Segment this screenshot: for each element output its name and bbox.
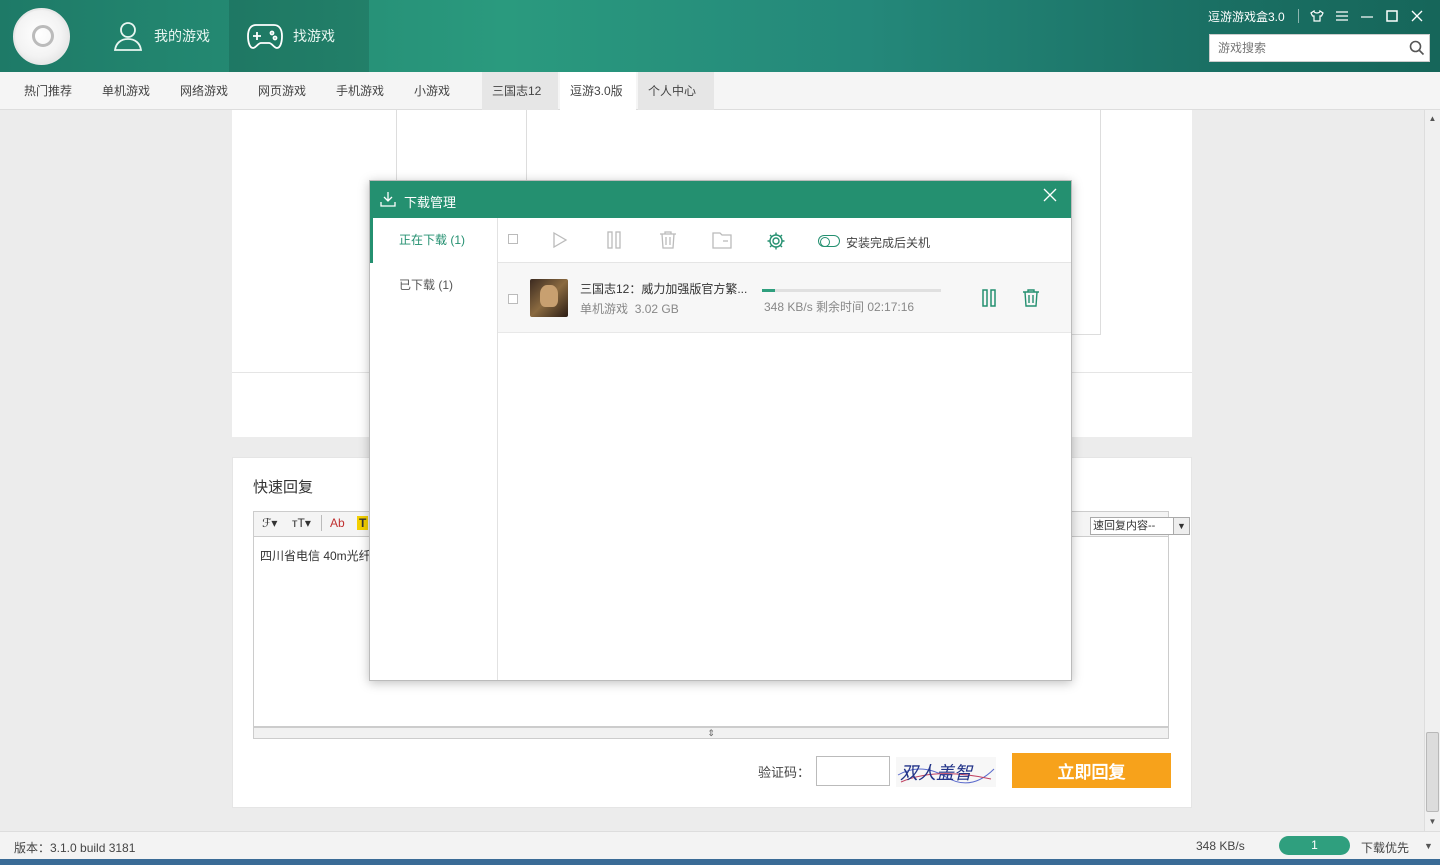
game-thumbnail: [530, 279, 568, 317]
priority-mode[interactable]: 下载优先: [1361, 839, 1409, 856]
font-size-button[interactable]: ᴛT▾: [292, 516, 311, 530]
title-separator: [1298, 9, 1299, 23]
close-icon[interactable]: [1043, 188, 1057, 205]
dialog-header: 下载管理: [370, 181, 1071, 218]
game-size: 3.02 GB: [634, 302, 679, 316]
subnav-mobile[interactable]: 手机游戏: [326, 72, 394, 110]
download-speed: 348 KB/s: [1196, 839, 1245, 853]
sub-navigation: 热门推荐 单机游戏 网络游戏 网页游戏 手机游戏 小游戏 三国志12 逗游3.0…: [0, 72, 1440, 111]
quick-reply-select-value: 速回复内容--: [1093, 520, 1156, 532]
folder-icon[interactable]: [712, 231, 732, 252]
subnav-tab-douyou[interactable]: 逗游3.0版: [560, 72, 636, 111]
quick-reply-select[interactable]: 速回复内容-- ▼: [1090, 517, 1190, 535]
subnav-web[interactable]: 网页游戏: [248, 72, 316, 110]
search-input[interactable]: [1210, 35, 1395, 61]
menu-icon[interactable]: [1329, 6, 1354, 26]
submit-reply-button[interactable]: 立即回复: [1012, 753, 1171, 788]
download-list-item: 三国志12：威力加强版官方繁... 单机游戏 3.02 GB 348 KB/s …: [498, 263, 1071, 333]
captcha-image[interactable]: 双人盖智: [896, 757, 996, 787]
version-text: 版本：3.1.0 build 3181: [14, 841, 136, 855]
item-checkbox[interactable]: [508, 294, 518, 304]
subnav-hot[interactable]: 热门推荐: [14, 72, 82, 110]
app-header: 我的游戏 找游戏 逗游游戏盒3.0: [0, 0, 1440, 72]
game-name: 三国志12：威力加强版官方繁...: [580, 282, 748, 296]
tab-my-games[interactable]: 我的游戏: [100, 0, 228, 72]
shutdown-toggle[interactable]: [818, 235, 840, 247]
chevron-down-icon[interactable]: ▼: [1424, 841, 1433, 851]
tab-find-games-label: 找游戏: [293, 28, 335, 44]
skin-icon[interactable]: [1304, 6, 1329, 26]
highlight-button[interactable]: T: [357, 516, 369, 530]
sidebar-item-downloading[interactable]: 正在下载 (1): [370, 218, 498, 263]
subnav-online[interactable]: 网络游戏: [170, 72, 238, 110]
download-count-badge[interactable]: 1: [1279, 836, 1350, 855]
toolbar-divider: [321, 515, 322, 531]
scroll-down-icon[interactable]: ▼: [1425, 815, 1440, 829]
status-bar: 版本：3.1.0 build 3181 348 KB/s 1 下载优先 ▼: [0, 831, 1440, 859]
minimize-icon[interactable]: [1354, 6, 1379, 26]
download-status: 348 KB/s 剩余时间 02:17:16: [764, 300, 915, 314]
dialog-toolbar: 安装完成后关机: [498, 218, 1071, 263]
text-color-button[interactable]: Ab: [330, 516, 345, 530]
subnav-tab-personal[interactable]: 个人中心: [638, 72, 714, 110]
download-progress-bar: [762, 289, 941, 292]
scroll-up-icon[interactable]: ▲: [1425, 112, 1440, 126]
search-box: [1209, 34, 1430, 62]
os-taskbar: [0, 859, 1440, 865]
tab-my-games-label: 我的游戏: [154, 28, 210, 44]
trash-icon[interactable]: [1022, 288, 1040, 311]
download-icon: [380, 191, 396, 210]
gamepad-icon: [247, 24, 283, 49]
close-icon[interactable]: [1404, 6, 1429, 26]
scrollbar-thumb[interactable]: [1426, 732, 1439, 812]
game-meta: 单机游戏 3.02 GB: [580, 300, 679, 317]
progress-fill: [762, 289, 775, 292]
search-icon[interactable]: [1409, 40, 1425, 59]
captcha-label: 验证码：: [758, 765, 811, 780]
trash-icon[interactable]: [659, 231, 677, 252]
download-manager-dialog: 下载管理 正在下载 (1) 已下载 (1) 安装完成后关机 三国志12：威力加强…: [369, 180, 1072, 681]
captcha-input[interactable]: [816, 756, 890, 786]
settings-gear-icon[interactable]: [766, 231, 786, 254]
subnav-tab-sanguo[interactable]: 三国志12: [482, 72, 558, 110]
pause-icon[interactable]: [606, 231, 622, 252]
chevron-down-icon[interactable]: ▼: [1173, 518, 1189, 534]
play-icon[interactable]: [552, 231, 568, 252]
quick-reply-title: 快速回复: [253, 479, 314, 496]
dialog-title: 下载管理: [404, 195, 457, 210]
font-button[interactable]: ℱ▾: [262, 516, 277, 530]
dialog-sidebar: 正在下载 (1) 已下载 (1): [370, 218, 498, 680]
window-controls: [1304, 6, 1429, 26]
user-icon: [113, 22, 143, 51]
captcha-text: 双人盖智: [900, 763, 974, 784]
editor-resize-handle[interactable]: ⇕: [253, 727, 1169, 739]
page-scrollbar[interactable]: ▲ ▼: [1424, 110, 1440, 831]
pause-icon[interactable]: [982, 289, 996, 310]
maximize-icon[interactable]: [1379, 6, 1404, 26]
select-all-checkbox[interactable]: [508, 234, 518, 244]
subnav-mini[interactable]: 小游戏: [404, 72, 460, 110]
game-category: 单机游戏: [580, 302, 629, 316]
sidebar-item-downloaded[interactable]: 已下载 (1): [370, 263, 498, 308]
app-logo[interactable]: [13, 8, 70, 65]
subnav-single[interactable]: 单机游戏: [92, 72, 160, 110]
app-title: 逗游游戏盒3.0: [1208, 10, 1285, 24]
tab-find-games[interactable]: 找游戏: [229, 0, 369, 72]
shutdown-toggle-label: 安装完成后关机: [846, 236, 931, 250]
